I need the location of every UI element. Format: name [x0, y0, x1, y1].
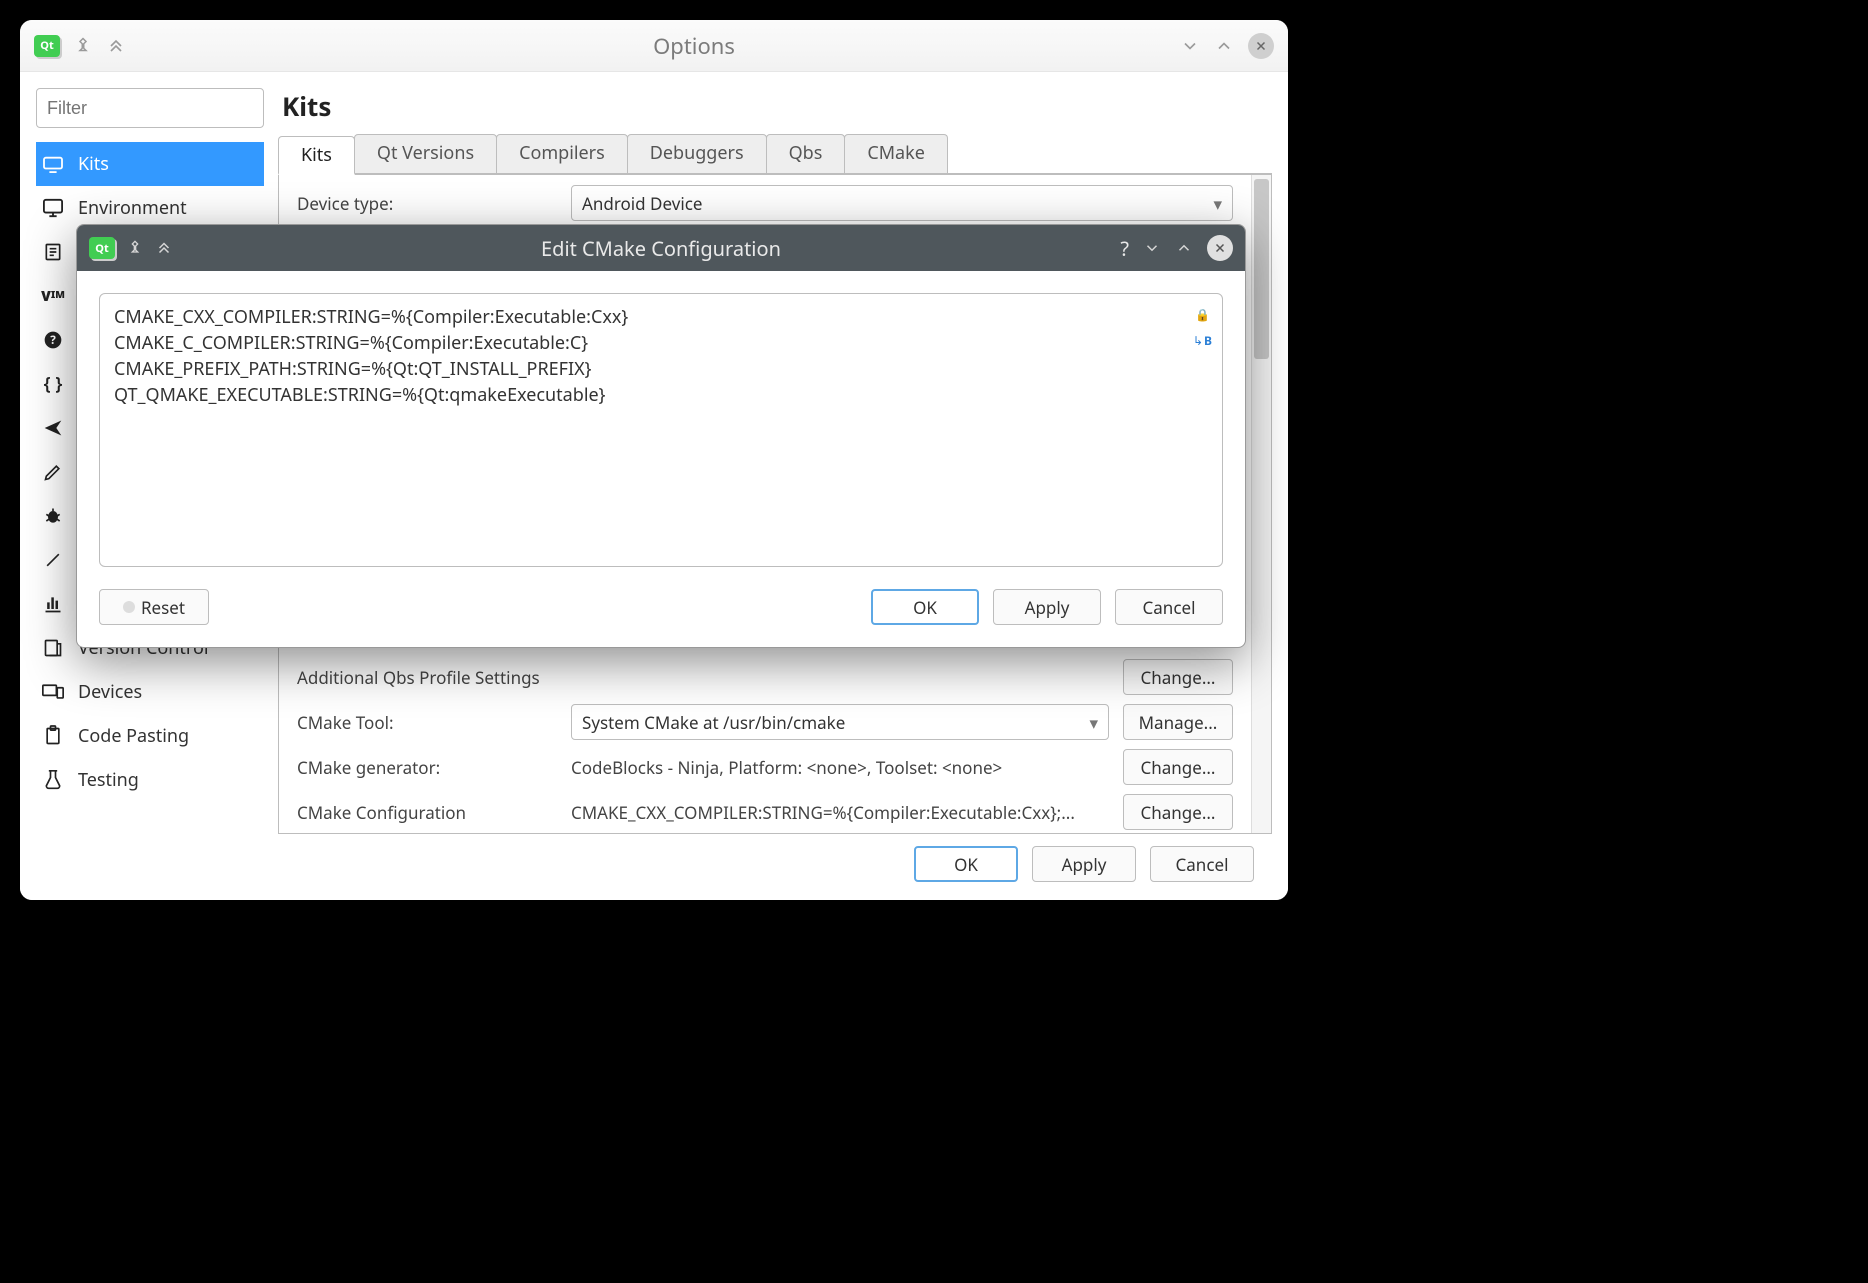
scrollbar-thumb[interactable]	[1254, 179, 1269, 359]
options-window: Qt Options Kits	[20, 20, 1288, 900]
send-icon	[40, 418, 66, 438]
cmake-config-editor[interactable]: CMAKE_CXX_COMPILER:STRING=%{Compiler:Exe…	[99, 293, 1223, 567]
sidebar-item-kits[interactable]: Kits	[36, 142, 264, 186]
editor-line: CMAKE_CXX_COMPILER:STRING=%{Compiler:Exe…	[114, 304, 1208, 330]
cmake-config-change-button[interactable]: Change...	[1123, 794, 1233, 830]
close-icon[interactable]	[1207, 235, 1233, 261]
options-cancel-button[interactable]: Cancel	[1150, 846, 1254, 882]
sidebar-item-testing[interactable]: Testing	[36, 758, 264, 802]
cmake-generator-value: CodeBlocks - Ninja, Platform: <none>, To…	[571, 756, 1109, 779]
cmake-tool-manage-button[interactable]: Manage...	[1123, 704, 1233, 740]
filter-input[interactable]	[36, 88, 264, 128]
sidebar-item-label: Environment	[78, 196, 187, 220]
device-type-value: Android Device	[582, 192, 702, 215]
chevron-up-icon[interactable]	[1214, 36, 1234, 56]
page-title: Kits	[282, 88, 1272, 124]
chevron-down-icon: ▾	[1213, 192, 1222, 215]
svg-text:?: ?	[50, 333, 56, 348]
sidebar-item-label: Code Pasting	[78, 724, 189, 748]
edit-cmake-dialog: Qt Edit CMake Configuration ? CMAKE	[76, 224, 1246, 648]
window-title: Options	[234, 31, 1154, 61]
options-ok-button[interactable]: OK	[914, 846, 1018, 882]
sidebar-item-devices[interactable]: Devices	[36, 670, 264, 714]
clipboard-icon	[40, 725, 66, 747]
tab-cmake[interactable]: CMake	[844, 134, 948, 173]
sidebar-item-code-pasting[interactable]: Code Pasting	[36, 714, 264, 758]
qt-logo-icon: Qt	[34, 35, 60, 57]
slash-icon	[40, 550, 66, 570]
pin-icon[interactable]	[127, 240, 143, 256]
tab-qt-versions[interactable]: Qt Versions	[354, 134, 497, 173]
cmake-tool-value: System CMake at /usr/bin/cmake	[582, 711, 845, 734]
devices-icon	[40, 683, 66, 701]
editor-line: QT_QMAKE_EXECUTABLE:STRING=%{Qt:qmakeExe…	[114, 382, 1208, 408]
tab-debuggers[interactable]: Debuggers	[627, 134, 767, 173]
device-type-select[interactable]: Android Device ▾	[571, 185, 1233, 221]
chevron-down-icon: ▾	[1089, 711, 1098, 734]
branch-icon	[40, 638, 66, 658]
reset-button[interactable]: Reset	[99, 589, 209, 625]
chevron-down-icon[interactable]	[1180, 36, 1200, 56]
chevron-up-icon[interactable]	[1175, 239, 1193, 257]
chart-icon	[40, 594, 66, 614]
tab-kits[interactable]: Kits	[278, 136, 355, 175]
dialog-ok-button[interactable]: OK	[871, 589, 979, 625]
bug-icon	[40, 506, 66, 526]
help-icon: ?	[40, 330, 66, 350]
help-button[interactable]: ?	[1120, 235, 1129, 262]
sidebar-item-label: Testing	[78, 768, 139, 792]
chevron-double-up-icon[interactable]	[106, 36, 126, 56]
dialog-apply-button[interactable]: Apply	[993, 589, 1101, 625]
document-icon	[40, 242, 66, 262]
vim-icon: VIM	[40, 287, 66, 306]
qbs-change-button[interactable]: Change...	[1123, 659, 1233, 695]
close-icon[interactable]	[1248, 33, 1274, 59]
panel-scrollbar[interactable]	[1251, 175, 1271, 833]
options-apply-button[interactable]: Apply	[1032, 846, 1136, 882]
variable-hint-icon[interactable]: 🔒 ↳B	[1193, 302, 1212, 354]
chevron-down-icon[interactable]	[1143, 239, 1161, 257]
sidebar-item-label: Kits	[78, 152, 109, 176]
qbs-profile-label: Additional Qbs Profile Settings	[297, 666, 557, 689]
editor-line: CMAKE_PREFIX_PATH:STRING=%{Qt:QT_INSTALL…	[114, 356, 1208, 382]
cmake-generator-label: CMake generator:	[297, 756, 557, 779]
tab-compilers[interactable]: Compilers	[496, 134, 628, 173]
pin-icon[interactable]	[74, 37, 92, 55]
sidebar-item-label: Devices	[78, 680, 142, 704]
chevron-double-up-icon[interactable]	[155, 239, 173, 257]
monitor-icon	[40, 198, 66, 218]
device-type-label: Device type:	[297, 192, 557, 215]
window-titlebar: Qt Options	[20, 20, 1288, 72]
tab-bar: Kits Qt Versions Compilers Debuggers Qbs…	[278, 134, 1272, 175]
reset-label: Reset	[141, 596, 185, 619]
cmake-config-label: CMake Configuration	[297, 801, 557, 824]
kits-icon	[40, 155, 66, 173]
toggle-icon	[123, 601, 135, 613]
pencil-icon	[40, 462, 66, 482]
dialog-titlebar: Qt Edit CMake Configuration ?	[77, 225, 1245, 271]
dialog-title: Edit CMake Configuration	[249, 235, 1073, 262]
dialog-cancel-button[interactable]: Cancel	[1115, 589, 1223, 625]
cmake-tool-select[interactable]: System CMake at /usr/bin/cmake ▾	[571, 704, 1109, 740]
editor-line: CMAKE_C_COMPILER:STRING=%{Compiler:Execu…	[114, 330, 1208, 356]
cmake-tool-label: CMake Tool:	[297, 711, 557, 734]
cmake-config-value: CMAKE_CXX_COMPILER:STRING=%{Compiler:Exe…	[571, 801, 1109, 824]
braces-icon: { }	[40, 372, 66, 396]
beaker-icon	[40, 769, 66, 791]
cmake-generator-change-button[interactable]: Change...	[1123, 749, 1233, 785]
qt-logo-icon: Qt	[89, 237, 115, 259]
tab-qbs[interactable]: Qbs	[766, 134, 846, 173]
